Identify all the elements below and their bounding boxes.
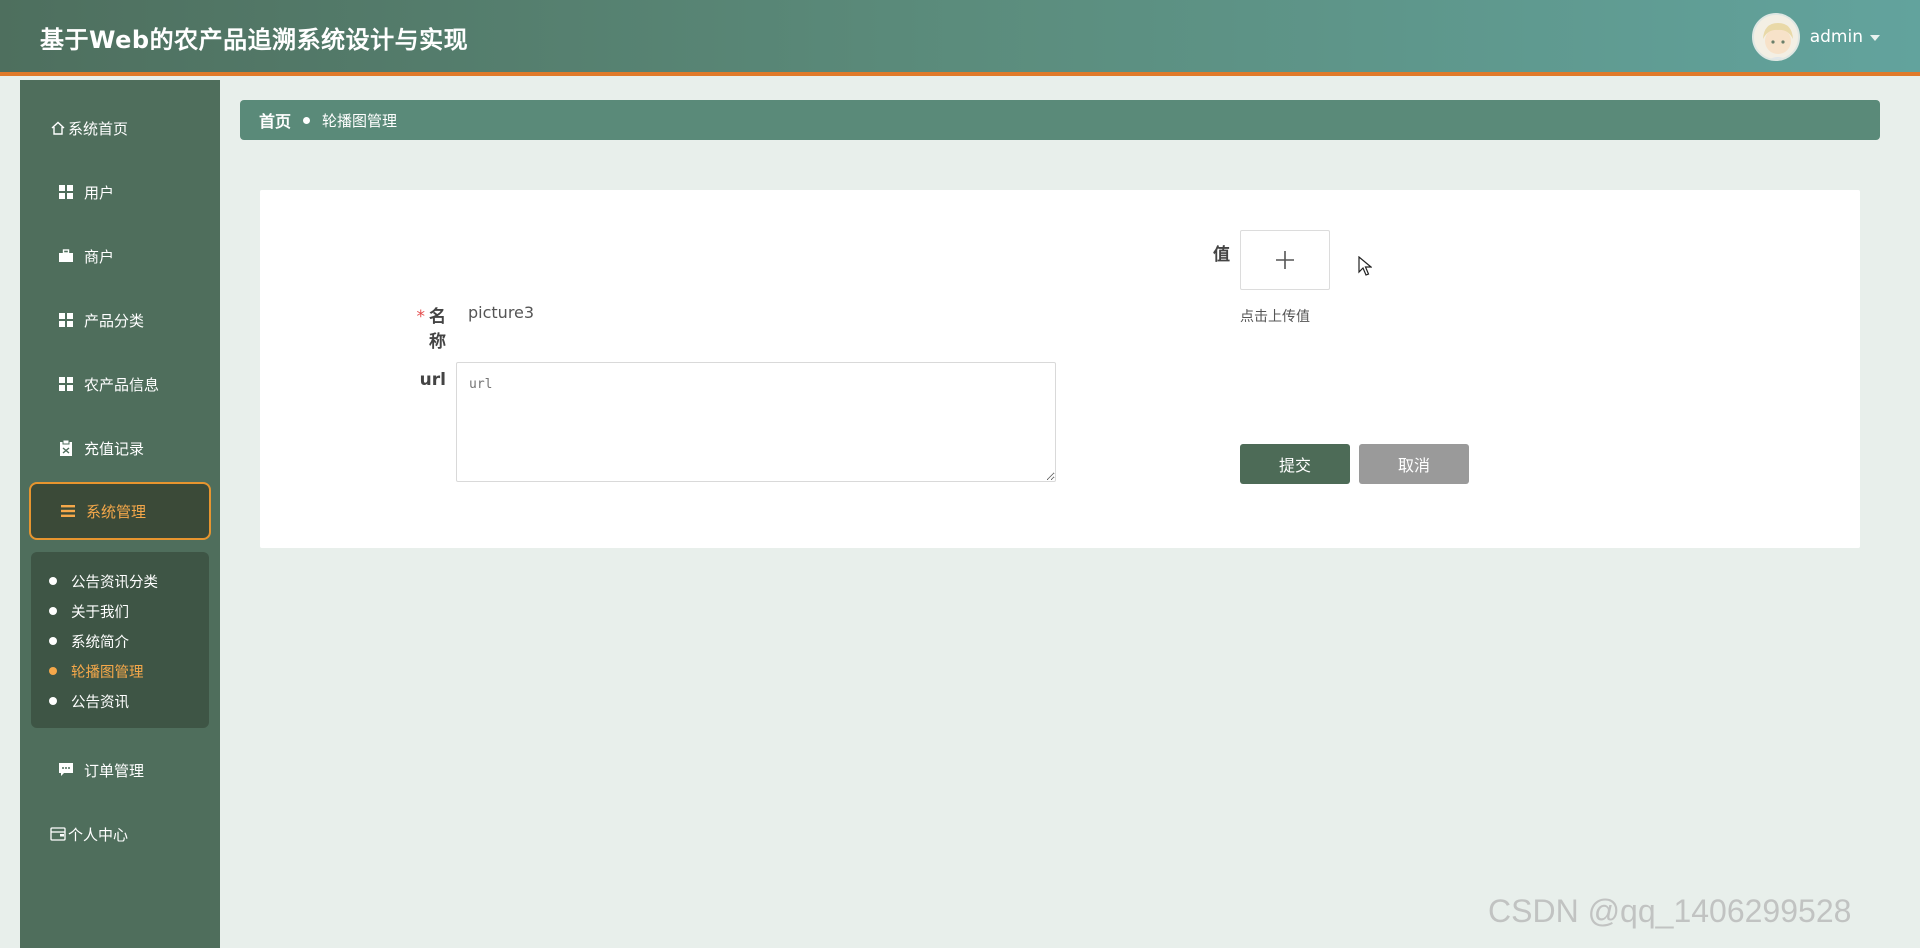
sidebar-item-product-category[interactable]: 产品分类 <box>20 292 220 348</box>
submenu-item-label: 关于我们 <box>71 604 129 621</box>
sidebar-item-label: 农产品信息 <box>84 375 160 394</box>
form-card: *名称 picture3 url 值 点击上传值 提交 取消 <box>260 190 1860 548</box>
name-label-text: 名称 <box>429 307 446 352</box>
upload-hint: 点击上传值 <box>1240 309 1310 325</box>
mouse-cursor-icon <box>1358 256 1372 276</box>
submenu-item-label: 公告资讯 <box>71 694 129 711</box>
wallet-icon <box>50 826 66 842</box>
cancel-button[interactable]: 取消 <box>1359 444 1469 484</box>
grid-icon <box>58 312 74 328</box>
sidebar-item-label: 充值记录 <box>84 439 145 458</box>
sidebar-item-label: 订单管理 <box>84 761 145 780</box>
sidebar-item-system-management[interactable]: 系统管理 <box>29 482 211 540</box>
sidebar-item-label: 用户 <box>84 183 115 202</box>
sidebar-item-recharge[interactable]: 充值记录 <box>20 420 220 476</box>
breadcrumb-current: 轮播图管理 <box>322 111 398 130</box>
sidebar-item-product-info[interactable]: 农产品信息 <box>20 356 220 412</box>
clipboard-icon <box>58 440 74 456</box>
submenu-item-label: 系统简介 <box>71 634 129 651</box>
url-label: url <box>419 370 446 390</box>
plus-icon <box>1276 251 1294 269</box>
avatar-image-icon <box>1753 15 1798 59</box>
sidebar-item-orders[interactable]: 订单管理 <box>20 742 220 798</box>
username[interactable]: admin <box>1810 27 1863 47</box>
sidebar-item-users[interactable]: 用户 <box>20 164 220 220</box>
bullet-icon <box>49 577 57 585</box>
submenu-item-system-intro[interactable]: 系统简介 <box>31 626 209 656</box>
system-management-submenu: 公告资讯分类 关于我们 系统简介 轮播图管理 公告资讯 <box>31 552 209 728</box>
bullet-icon <box>49 667 57 675</box>
bullet-icon <box>49 637 57 645</box>
app-title: 基于Web的农产品追溯系统设计与实现 <box>40 26 469 54</box>
top-bar: 基于Web的农产品追溯系统设计与实现 admin <box>0 0 1920 76</box>
submenu-item-about-us[interactable]: 关于我们 <box>31 596 209 626</box>
user-menu[interactable]: admin <box>1751 13 1880 61</box>
submenu-item-label: 轮播图管理 <box>71 664 144 681</box>
sidebar-item-merchants[interactable]: 商户 <box>20 228 220 284</box>
submenu-item-carousel-management[interactable]: 轮播图管理 <box>31 656 209 686</box>
breadcrumb: 首页 轮播图管理 <box>240 100 1880 140</box>
sidebar-item-label: 商户 <box>84 247 115 266</box>
sidebar-item-label: 系统管理 <box>86 502 147 521</box>
submenu-item-announcement-category[interactable]: 公告资讯分类 <box>31 566 209 596</box>
sidebar-item-label: 系统首页 <box>68 119 129 138</box>
bullet-icon <box>49 607 57 615</box>
required-mark: * <box>416 307 426 327</box>
image-upload-button[interactable] <box>1240 230 1330 290</box>
chat-icon <box>58 762 74 778</box>
avatar[interactable] <box>1751 13 1800 61</box>
submenu-item-label: 公告资讯分类 <box>71 574 158 591</box>
menu-icon <box>60 503 76 519</box>
submit-button[interactable]: 提交 <box>1240 444 1350 484</box>
caret-down-icon[interactable] <box>1870 35 1880 41</box>
breadcrumb-home-link[interactable]: 首页 <box>259 108 291 132</box>
name-field[interactable]: picture3 <box>468 303 534 322</box>
sidebar-item-personal-center[interactable]: 个人中心 <box>20 806 220 862</box>
value-label: 值 <box>1213 245 1230 265</box>
sidebar-item-label: 个人中心 <box>68 825 129 844</box>
url-textarea[interactable] <box>456 362 1056 482</box>
home-icon <box>50 120 66 136</box>
briefcase-icon <box>58 248 74 264</box>
grid-icon <box>58 376 74 392</box>
breadcrumb-separator-icon <box>303 116 311 124</box>
name-label: * 名称 <box>400 302 447 352</box>
sidebar-item-label: 产品分类 <box>84 311 145 330</box>
sidebar: 系统首页 用户 商户 产品分类 农产品信息 充值记录 系统管理 公告资讯分类 关… <box>20 80 220 948</box>
submenu-item-announcements[interactable]: 公告资讯 <box>31 686 209 716</box>
grid-icon <box>58 184 74 200</box>
sidebar-item-home[interactable]: 系统首页 <box>20 100 220 156</box>
bullet-icon <box>49 697 57 705</box>
watermark: CSDN @qq_1406299528 <box>1488 893 1852 929</box>
